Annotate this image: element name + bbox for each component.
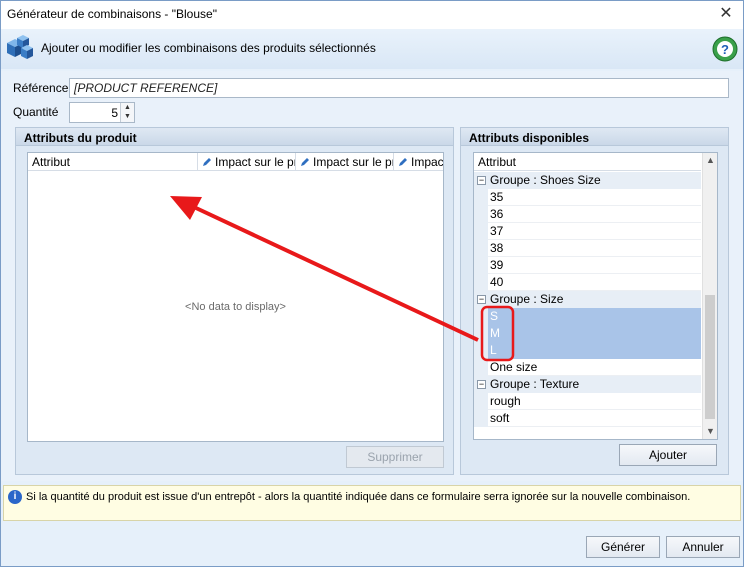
column-attribut[interactable]: Attribut — [28, 153, 198, 171]
column-label: Impact sur le pr — [215, 155, 296, 169]
collapse-icon[interactable]: − — [477, 380, 486, 389]
tree-item[interactable]: 37 — [474, 223, 701, 240]
tree-group-texture[interactable]: − Groupe : Texture — [474, 376, 701, 393]
column-impact-3[interactable]: Impac — [394, 153, 443, 171]
vertical-scrollbar[interactable]: ▲ ▼ — [702, 153, 717, 439]
empty-grid-message: <No data to display> — [185, 301, 286, 313]
scroll-thumb[interactable] — [705, 295, 715, 419]
column-impact-1[interactable]: Impact sur le pr — [198, 153, 296, 171]
tree-group-size[interactable]: − Groupe : Size — [474, 291, 701, 308]
combination-generator-window: Générateur de combinaisons - "Blouse" ✕ … — [0, 0, 744, 567]
tree-item-selected[interactable]: L — [474, 342, 701, 359]
info-bar: i Si la quantité du produit est issue d'… — [3, 485, 741, 521]
close-icon[interactable]: ✕ — [717, 5, 735, 23]
tree-item-selected[interactable]: M — [474, 325, 701, 342]
svg-text:?: ? — [721, 42, 729, 57]
quantity-label: Quantité — [13, 105, 59, 119]
available-attributes-panel: Attributs disponibles Attribut − Groupe … — [460, 127, 729, 475]
available-attributes-title: Attributs disponibles — [461, 128, 728, 146]
tree-header: Attribut — [474, 153, 701, 171]
reference-label: Référence — [13, 81, 69, 95]
delete-button[interactable]: Supprimer — [346, 446, 444, 468]
tree-item-selected[interactable]: S — [474, 308, 701, 325]
banner-description: Ajouter ou modifier les combinaisons des… — [41, 41, 376, 55]
cubes-icon — [7, 35, 33, 59]
tree-item[interactable]: 40 — [474, 274, 701, 291]
column-impact-2[interactable]: Impact sur le pr — [296, 153, 394, 171]
tree-group-shoes-size[interactable]: − Groupe : Shoes Size — [474, 172, 701, 189]
form-area: Référence [PRODUCT REFERENCE] Quantité 5… — [1, 71, 743, 481]
spin-up-icon[interactable]: ▲ — [121, 103, 134, 112]
quantity-stepper[interactable]: 5 ▲ ▼ — [69, 102, 135, 123]
help-icon[interactable]: ? — [711, 35, 739, 63]
product-attributes-grid[interactable]: Attribut Impact sur le pr Impact sur le … — [27, 152, 444, 442]
tree-item[interactable]: 36 — [474, 206, 701, 223]
cancel-button[interactable]: Annuler — [666, 536, 740, 558]
spin-down-icon[interactable]: ▼ — [121, 112, 134, 121]
pencil-icon — [399, 158, 407, 166]
column-attribut[interactable]: Attribut — [474, 153, 701, 171]
grid-header: Attribut Impact sur le pr Impact sur le … — [28, 153, 443, 171]
collapse-icon[interactable]: − — [477, 176, 486, 185]
pencil-icon — [203, 158, 211, 166]
product-attributes-title: Attributs du produit — [16, 128, 453, 146]
tree-item[interactable]: soft — [474, 410, 701, 427]
column-label: Impac — [411, 155, 443, 169]
available-attributes-tree[interactable]: Attribut − Groupe : Shoes Size 35 36 37 … — [473, 152, 718, 440]
product-attributes-panel: Attributs du produit Attribut Impact sur… — [15, 127, 454, 475]
add-button[interactable]: Ajouter — [619, 444, 717, 466]
generate-button[interactable]: Générer — [586, 536, 660, 558]
tree-item[interactable]: 38 — [474, 240, 701, 257]
pencil-icon — [301, 158, 309, 166]
window-title: Générateur de combinaisons - "Blouse" — [7, 7, 217, 21]
title-bar: Générateur de combinaisons - "Blouse" ✕ — [1, 1, 743, 29]
scroll-up-icon[interactable]: ▲ — [703, 153, 718, 168]
tree-item[interactable]: rough — [474, 393, 701, 410]
column-label: Impact sur le pr — [313, 155, 394, 169]
reference-input[interactable]: [PRODUCT REFERENCE] — [69, 78, 729, 98]
quantity-value[interactable]: 5 — [111, 106, 118, 120]
column-label: Attribut — [32, 155, 71, 169]
dialog-footer: Générer Annuler — [1, 523, 743, 566]
tree-item[interactable]: 35 — [474, 189, 701, 206]
header-banner: Ajouter ou modifier les combinaisons des… — [1, 29, 743, 69]
collapse-icon[interactable]: − — [477, 295, 486, 304]
scroll-down-icon[interactable]: ▼ — [703, 424, 718, 439]
info-message: Si la quantité du produit est issue d'un… — [26, 491, 691, 503]
info-icon: i — [8, 490, 22, 504]
quantity-spin-buttons[interactable]: ▲ ▼ — [120, 103, 134, 122]
tree-item[interactable]: 39 — [474, 257, 701, 274]
tree-item[interactable]: One size — [474, 359, 701, 376]
